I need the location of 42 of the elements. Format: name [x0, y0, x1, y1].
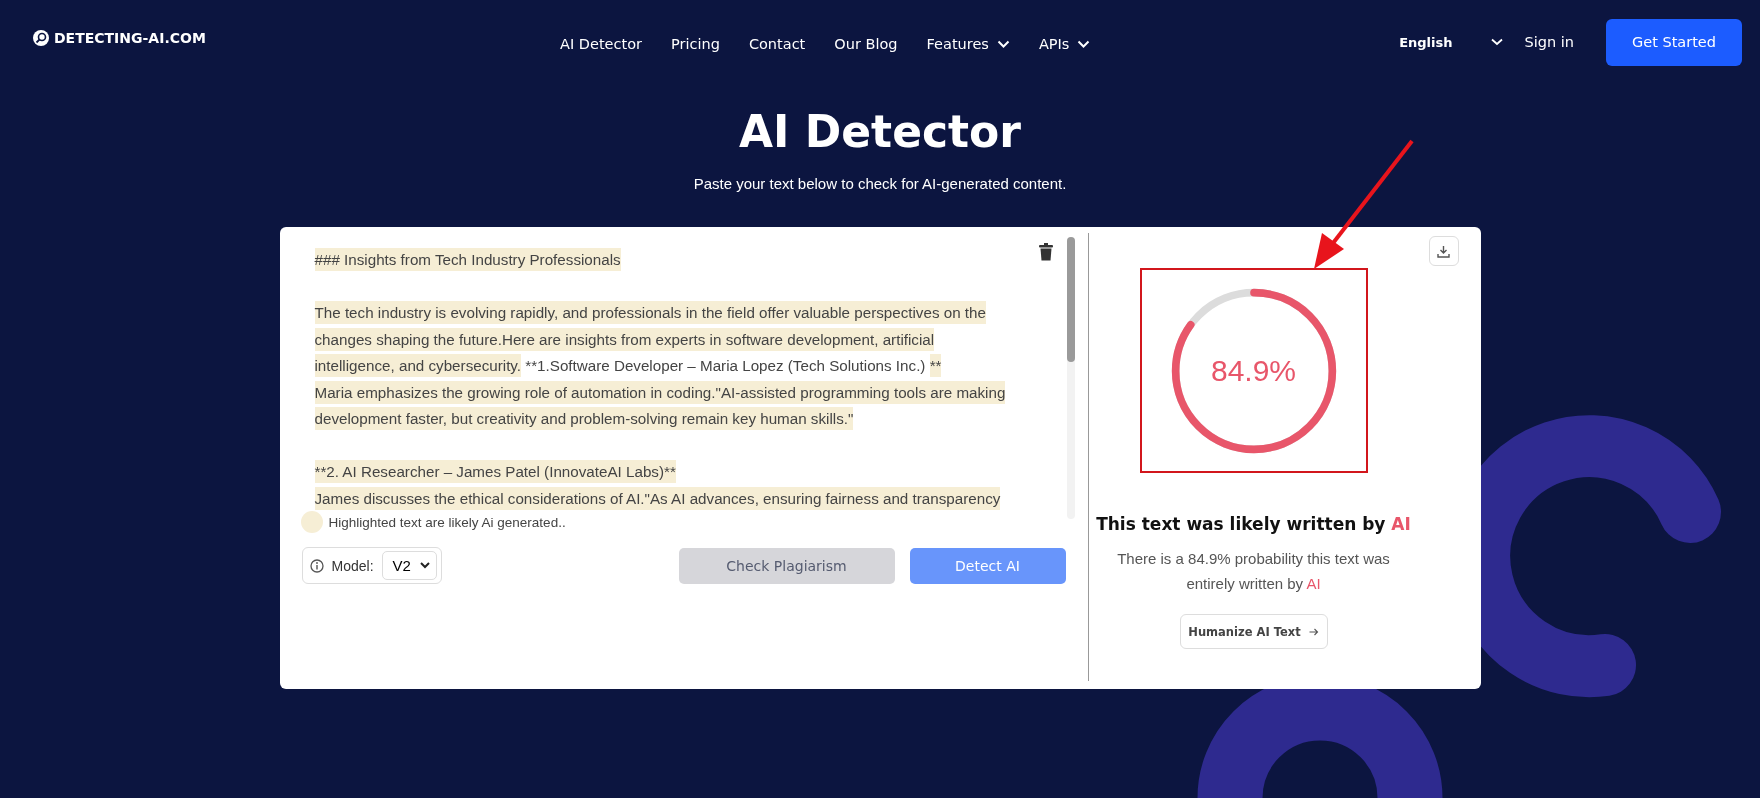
site-logo[interactable]: DETECTING-AI.COM [54, 30, 206, 46]
editor-text: development faster, but creativity and problem-solving remain key human skills." [314, 407, 854, 430]
editor-text: changes shaping the future.Here are insights from experts in software development, artificial [314, 327, 935, 351]
plagiarism-button[interactable]: Check Plagiarism [678, 547, 895, 584]
editor-text: The tech industry is evolving rapidly, and professionals in the field offer valuable perspectives on the [314, 301, 986, 324]
arrow-right-icon [1308, 627, 1319, 636]
download-button[interactable] [1428, 236, 1459, 266]
nav-link[interactable]: Pricing [671, 36, 720, 52]
nav-link[interactable]: Our Blog [834, 36, 898, 52]
editor-text: ### Insights from Tech Industry Professionals [314, 248, 621, 271]
sign-in-link[interactable]: Sign in [1524, 34, 1574, 50]
editor-text: intelligence, and cybersecurity. [314, 354, 522, 377]
result-description: There is a 84.9% probability this text was entirely written by AI [1116, 549, 1391, 594]
legend-text: Highlighted text are likely Ai generated.. [328, 514, 566, 530]
editor-text: James discusses the ethical considerations of AI."As AI advances, ensuring fairness and transparency [314, 486, 1001, 510]
page-title: AI Detector [738, 106, 1022, 157]
get-started-button[interactable]: Get Started [1606, 18, 1742, 66]
nav-link[interactable]: APIs [1038, 36, 1091, 52]
humanize-button[interactable]: Humanize AI Text [1179, 614, 1328, 649]
chevron-icon [1490, 38, 1503, 46]
model-select[interactable]: V2 [381, 551, 437, 580]
editor-text: Maria emphasizes the growing role of automation in coding."AI-assisted programming tools are making [314, 380, 1006, 404]
nav-link[interactable]: Features [926, 36, 1010, 52]
trash-icon[interactable] [1037, 243, 1054, 261]
info-icon [309, 558, 324, 573]
magnifier-logo-icon [32, 29, 50, 47]
chevron-icon [1077, 39, 1091, 49]
score-value: 84.9% [1209, 352, 1298, 389]
result-heading: This text was likely written by AI [1096, 514, 1411, 534]
editor-text: **1.Software Developer – Maria Lopez (Tech Solutions Inc.) [524, 356, 927, 376]
editor-text: ** [929, 354, 942, 377]
download-icon [1437, 244, 1450, 258]
legend-swatch [300, 511, 323, 533]
model-label: Model: [331, 557, 374, 574]
chevron-icon [419, 562, 430, 569]
language-select[interactable]: English [1399, 34, 1503, 50]
scrollbar[interactable] [1066, 237, 1075, 519]
nav-link[interactable]: AI Detector [560, 36, 642, 52]
nav-link[interactable]: Contact [748, 36, 806, 52]
chevron-icon [996, 39, 1010, 49]
editor-text: **2. AI Researcher – James Patel (InnovateAI Labs)** [314, 460, 676, 483]
page-subtitle: Paste your text below to check for AI-generated content. [692, 175, 1068, 192]
